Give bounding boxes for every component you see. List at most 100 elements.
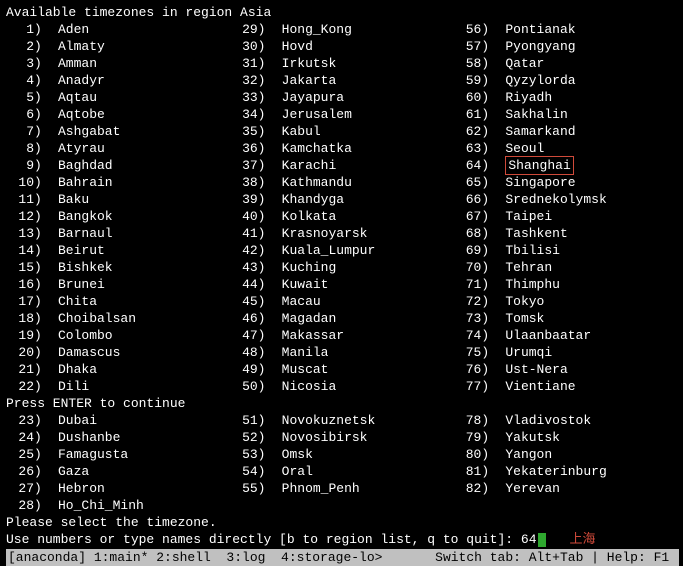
timezone-option[interactable]: 7)Ashgabat [6, 123, 230, 140]
timezone-option[interactable]: 74)Ulaanbaatar [453, 327, 677, 344]
timezone-option[interactable]: 80)Yangon [453, 446, 677, 463]
timezone-option[interactable]: 44)Kuwait [230, 276, 454, 293]
timezone-option[interactable]: 43)Kuching [230, 259, 454, 276]
timezone-option[interactable]: 18)Choibalsan [6, 310, 230, 327]
timezone-option[interactable]: 17)Chita [6, 293, 230, 310]
timezone-option[interactable]: 73)Tomsk [453, 310, 677, 327]
timezone-option[interactable]: 69)Tbilisi [453, 242, 677, 259]
timezone-option[interactable]: 64)Shanghai [453, 157, 677, 174]
timezone-option[interactable]: 65)Singapore [453, 174, 677, 191]
timezone-option[interactable]: 48)Manila [230, 344, 454, 361]
timezone-option[interactable]: 13)Barnaul [6, 225, 230, 242]
timezone-option[interactable]: 26)Gaza [6, 463, 230, 480]
input-prompt-line[interactable]: Use numbers or type names directly [b to… [6, 531, 677, 548]
timezone-option[interactable]: 24)Dushanbe [6, 429, 230, 446]
timezone-option[interactable]: 71)Thimphu [453, 276, 677, 293]
option-number: 65 [453, 174, 481, 191]
user-input[interactable]: 64 [521, 532, 537, 547]
timezone-option[interactable]: 51)Novokuznetsk [230, 412, 454, 429]
option-number: 23 [6, 412, 34, 429]
timezone-option[interactable]: 54)Oral [230, 463, 454, 480]
timezone-option[interactable]: 67)Taipei [453, 208, 677, 225]
timezone-option[interactable]: 66)Srednekolymsk [453, 191, 677, 208]
timezone-option[interactable]: 37)Karachi [230, 157, 454, 174]
timezone-option[interactable]: 50)Nicosia [230, 378, 454, 395]
timezone-option[interactable]: 68)Tashkent [453, 225, 677, 242]
timezone-option[interactable]: 77)Vientiane [453, 378, 677, 395]
timezone-option[interactable]: 53)Omsk [230, 446, 454, 463]
timezone-name: Jakarta [282, 72, 337, 89]
timezone-option[interactable]: 31)Irkutsk [230, 55, 454, 72]
timezone-option[interactable]: 19)Colombo [6, 327, 230, 344]
timezone-option[interactable]: 30)Hovd [230, 38, 454, 55]
timezone-option[interactable]: 33)Jayapura [230, 89, 454, 106]
timezone-option[interactable]: 63)Seoul [453, 140, 677, 157]
timezone-name: Kathmandu [282, 174, 352, 191]
timezone-option[interactable]: 40)Kolkata [230, 208, 454, 225]
timezone-option[interactable]: 56)Pontianak [453, 21, 677, 38]
timezone-option[interactable]: 58)Qatar [453, 55, 677, 72]
timezone-option[interactable]: 1)Aden [6, 21, 230, 38]
timezone-option[interactable]: 75)Urumqi [453, 344, 677, 361]
timezone-option[interactable]: 70)Tehran [453, 259, 677, 276]
timezone-option[interactable]: 2)Almaty [6, 38, 230, 55]
timezone-option[interactable]: 41)Krasnoyarsk [230, 225, 454, 242]
timezone-option[interactable]: 22)Dili [6, 378, 230, 395]
continue-prompt[interactable]: Press ENTER to continue [6, 395, 677, 412]
timezone-option[interactable]: 46)Magadan [230, 310, 454, 327]
timezone-option[interactable]: 60)Riyadh [453, 89, 677, 106]
timezone-option[interactable]: 15)Bishkek [6, 259, 230, 276]
timezone-name: Tehran [505, 259, 552, 276]
timezone-option[interactable]: 42)Kuala_Lumpur [230, 242, 454, 259]
timezone-option[interactable]: 10)Bahrain [6, 174, 230, 191]
timezone-option[interactable]: 59)Qyzylorda [453, 72, 677, 89]
timezone-name: Aqtau [58, 89, 97, 106]
timezone-option[interactable]: 9)Baghdad [6, 157, 230, 174]
timezone-option[interactable]: 39)Khandyga [230, 191, 454, 208]
timezone-option[interactable]: 14)Beirut [6, 242, 230, 259]
timezone-option[interactable]: 55)Phnom_Penh [230, 480, 454, 497]
timezone-name: Dhaka [58, 361, 97, 378]
timezone-option[interactable]: 45)Macau [230, 293, 454, 310]
timezone-option[interactable]: 23)Dubai [6, 412, 230, 429]
timezone-option[interactable]: 28)Ho_Chi_Minh [6, 497, 230, 514]
timezone-option[interactable]: 52)Novosibirsk [230, 429, 454, 446]
timezone-name: Colombo [58, 327, 113, 344]
timezone-option[interactable]: 20)Damascus [6, 344, 230, 361]
timezone-option[interactable]: 11)Baku [6, 191, 230, 208]
option-number: 62 [453, 123, 481, 140]
timezone-option[interactable]: 34)Jerusalem [230, 106, 454, 123]
timezone-name: Oral [282, 463, 313, 480]
timezone-option[interactable]: 36)Kamchatka [230, 140, 454, 157]
timezone-option[interactable]: 16)Brunei [6, 276, 230, 293]
option-number: 50 [230, 378, 258, 395]
timezone-option[interactable]: 4)Anadyr [6, 72, 230, 89]
option-number: 53 [230, 446, 258, 463]
timezone-option[interactable]: 35)Kabul [230, 123, 454, 140]
timezone-option[interactable]: 12)Bangkok [6, 208, 230, 225]
timezone-option[interactable]: 61)Sakhalin [453, 106, 677, 123]
timezone-option[interactable]: 8)Atyrau [6, 140, 230, 157]
timezone-option[interactable]: 62)Samarkand [453, 123, 677, 140]
timezone-option[interactable]: 32)Jakarta [230, 72, 454, 89]
timezone-option[interactable]: 49)Muscat [230, 361, 454, 378]
timezone-option[interactable]: 21)Dhaka [6, 361, 230, 378]
timezone-option[interactable]: 5)Aqtau [6, 89, 230, 106]
timezone-option[interactable]: 27)Hebron [6, 480, 230, 497]
timezone-option[interactable]: 3)Amman [6, 55, 230, 72]
timezone-option[interactable]: 76)Ust-Nera [453, 361, 677, 378]
option-number: 41 [230, 225, 258, 242]
timezone-option[interactable]: 79)Yakutsk [453, 429, 677, 446]
option-number: 1 [6, 21, 34, 38]
timezone-option[interactable]: 47)Makassar [230, 327, 454, 344]
timezone-option[interactable]: 57)Pyongyang [453, 38, 677, 55]
timezone-option[interactable]: 29)Hong_Kong [230, 21, 454, 38]
timezone-option[interactable]: 6)Aqtobe [6, 106, 230, 123]
timezone-option[interactable]: 72)Tokyo [453, 293, 677, 310]
timezone-option[interactable]: 82)Yerevan [453, 480, 677, 497]
timezone-option[interactable]: 38)Kathmandu [230, 174, 454, 191]
timezone-option[interactable]: 78)Vladivostok [453, 412, 677, 429]
timezone-option[interactable]: 25)Famagusta [6, 446, 230, 463]
timezone-option[interactable]: 81)Yekaterinburg [453, 463, 677, 480]
statusbar-tabs[interactable]: [anaconda] 1:main* 2:shell 3:log 4:stora… [8, 549, 382, 566]
